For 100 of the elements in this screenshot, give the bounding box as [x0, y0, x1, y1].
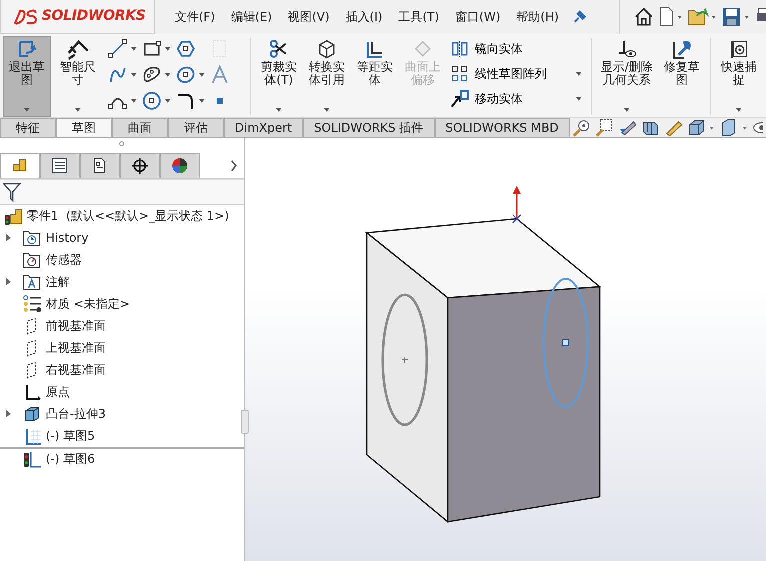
- splitter-handle-icon[interactable]: [119, 141, 125, 147]
- ribbon-tab[interactable]: 特征: [0, 118, 56, 137]
- material-icon: [23, 294, 42, 314]
- mirror-icon: [451, 40, 469, 58]
- caret-icon: [323, 106, 331, 113]
- panel-tab[interactable]: [80, 153, 120, 178]
- circle-tool[interactable]: [142, 90, 172, 112]
- caret-icon: [623, 106, 631, 113]
- crosshair-icon: [131, 157, 149, 175]
- tree-item-label[interactable]: 右视基准面: [46, 361, 106, 379]
- caret-icon: [575, 71, 583, 78]
- logo-text: SOLIDWORKS: [42, 7, 146, 26]
- spline-icon: [108, 65, 128, 85]
- extrude-icon: [23, 404, 42, 424]
- open-folder-icon[interactable]: [688, 7, 718, 27]
- sketch-icon: [23, 426, 42, 446]
- caret-icon: [23, 106, 31, 113]
- ribbon-tab[interactable]: SOLIDWORKS 插件: [303, 118, 435, 137]
- origin-axis-icon: [512, 186, 522, 224]
- menu-item[interactable]: 文件(F): [167, 8, 224, 26]
- ribbon-tab[interactable]: 曲面: [112, 118, 168, 137]
- caret-icon: [275, 106, 283, 113]
- caret-icon: [198, 98, 206, 104]
- ds-logo-icon: [13, 8, 39, 26]
- annotation-folder-icon: [23, 272, 42, 292]
- tree-item-label[interactable]: (-) 草图5: [46, 427, 96, 445]
- panel-resize-handle[interactable]: [241, 410, 249, 434]
- ribbon-button[interactable]: 镜向实体: [447, 36, 587, 61]
- ellipse-icon: [176, 65, 196, 85]
- panel-tab[interactable]: [40, 153, 80, 178]
- chevron-right-icon[interactable]: [230, 160, 238, 172]
- history-folder-icon: [23, 228, 42, 248]
- caret-icon: [130, 72, 138, 78]
- menu-item[interactable]: 视图(V): [280, 8, 338, 26]
- property-list-icon: [51, 157, 69, 175]
- new-document-icon[interactable]: [658, 7, 684, 27]
- circle-icon: [142, 91, 162, 111]
- tree-item-label[interactable]: 零件1 (默认<<默认>_显示状态 1>): [27, 207, 230, 225]
- menu-item[interactable]: 编辑(E): [223, 8, 280, 26]
- caret-icon: [198, 72, 206, 78]
- save-icon[interactable]: [722, 7, 752, 27]
- zoom-to-fit-icon[interactable]: [572, 118, 592, 136]
- ribbon-tab[interactable]: 评估: [168, 118, 224, 137]
- tree-item-label[interactable]: 上视基准面: [46, 339, 106, 357]
- caret-icon: [164, 46, 172, 52]
- ellipse-tool[interactable]: [176, 64, 206, 86]
- expand-arrow-icon: [6, 234, 10, 242]
- ribbon-tab[interactable]: DimXpert: [224, 118, 304, 137]
- previous-view-icon[interactable]: [618, 118, 638, 136]
- caret-icon: [575, 96, 583, 102]
- dimension-icon: [67, 39, 89, 61]
- part-icon: [4, 206, 23, 226]
- ribbon-button[interactable]: 等距实体: [351, 36, 399, 117]
- tree-item-label[interactable]: 材质 <未指定>: [46, 295, 130, 313]
- tree-item-label[interactable]: 前视基准面: [46, 317, 106, 335]
- pin-icon[interactable]: [573, 10, 588, 24]
- expand-arrow-icon: [6, 410, 10, 418]
- ribbon-button[interactable]: 快速捕捉: [715, 36, 763, 117]
- caret-icon: [130, 46, 138, 52]
- sensor-folder-icon: [23, 250, 42, 270]
- ribbon-button[interactable]: 显示/删除几何关系: [596, 36, 658, 117]
- ribbon-button[interactable]: 转换实体引用: [303, 36, 351, 117]
- tree-item-label[interactable]: History: [46, 229, 89, 247]
- pattern-icon: [451, 64, 469, 82]
- tree-item-label[interactable]: (-) 草图6: [46, 450, 96, 468]
- menu-item[interactable]: 帮助(H): [508, 8, 568, 26]
- ribbon-button[interactable]: 修复草图: [658, 36, 706, 117]
- ribbon-tab[interactable]: SOLIDWORKS MBD: [434, 118, 570, 137]
- tree-item-label[interactable]: 注解: [46, 273, 70, 291]
- ribbon-button[interactable]: 智能尺寸: [54, 36, 102, 117]
- filter-icon[interactable]: [3, 182, 21, 202]
- rectangle-icon: [142, 39, 162, 59]
- panel-tab[interactable]: [160, 153, 200, 178]
- display-style-icon[interactable]: [720, 118, 750, 136]
- expand-arrow-icon: [6, 278, 10, 286]
- fillet-icon: [176, 91, 196, 111]
- color-ball-icon: [171, 157, 189, 175]
- menu-item[interactable]: 工具(T): [390, 8, 448, 26]
- selected-sketch-circle[interactable]: [543, 278, 589, 408]
- ribbon-button[interactable]: 线性草图阵列: [447, 61, 587, 86]
- home-icon[interactable]: [634, 7, 654, 27]
- ribbon-button[interactable]: 移动实体: [447, 86, 587, 111]
- caret-icon: [74, 106, 82, 113]
- sketch-with-status-icon: [23, 450, 42, 468]
- line-tool[interactable]: [108, 38, 138, 60]
- zoom-area-icon[interactable]: [595, 118, 615, 136]
- tree-item-label[interactable]: 传感器: [46, 251, 82, 269]
- view-orientation-icon[interactable]: [687, 118, 717, 136]
- menu-item[interactable]: 插入(I): [338, 8, 391, 26]
- ribbon-button[interactable]: 退出草图: [3, 36, 51, 117]
- snap-icon: [728, 39, 750, 61]
- menu-item[interactable]: 窗口(W): [447, 8, 509, 26]
- tree-item-label[interactable]: 原点: [46, 383, 70, 401]
- panel-tab[interactable]: [120, 153, 160, 178]
- caret-icon: [164, 72, 172, 78]
- tree-item-label[interactable]: 凸台-拉伸3: [46, 405, 106, 423]
- ribbon-button[interactable]: 剪裁实体(T): [255, 36, 303, 117]
- origin-icon: [23, 382, 42, 402]
- ribbon-tab[interactable]: 草图: [56, 118, 112, 137]
- polygon-icon: [176, 39, 196, 59]
